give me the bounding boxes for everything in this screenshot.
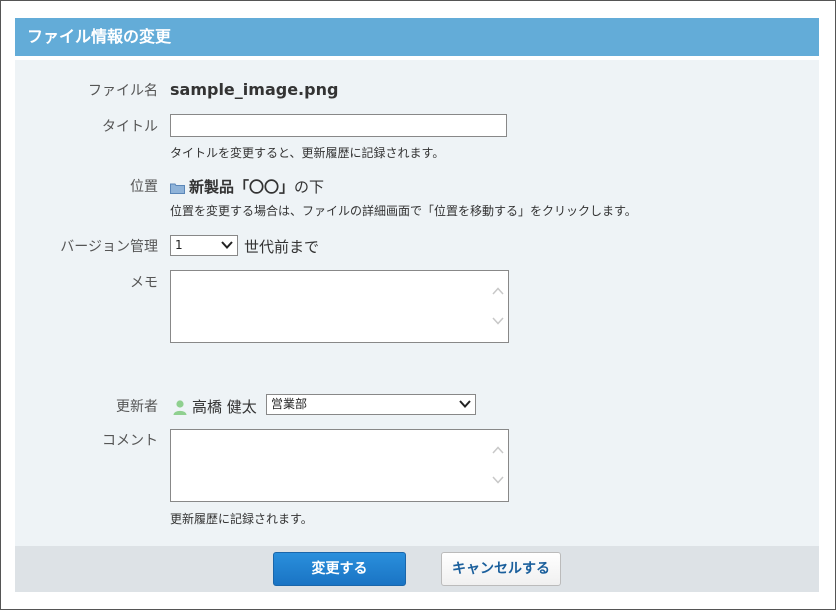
filename-label: ファイル名 (88, 83, 158, 99)
location-path: 新製品「〇〇」 の下 (170, 176, 324, 197)
chevron-down-icon (459, 400, 471, 408)
version-value: 1 (175, 238, 183, 252)
memo-label: メモ (130, 275, 158, 291)
title-input[interactable] (170, 114, 507, 137)
location-suffix: の下 (294, 178, 325, 196)
filename-value: sample_image.png (170, 80, 339, 99)
updater-label: 更新者 (116, 399, 158, 415)
version-label: バージョン管理 (60, 239, 158, 255)
version-suffix: 世代前まで (244, 238, 320, 256)
updater: 高橋 健太 (172, 396, 257, 417)
comment-label: コメント (102, 433, 158, 449)
department-select[interactable]: 営業部 (266, 394, 476, 415)
button-bar (15, 546, 819, 592)
scroll-up-icon[interactable] (492, 446, 504, 454)
location-label: 位置 (130, 179, 158, 195)
location-name: 新製品「〇〇」 (189, 178, 295, 196)
comment-note: 更新履歴に記録されます。 (170, 512, 313, 526)
department-value: 営業部 (271, 397, 308, 411)
title-note: タイトルを変更すると、更新履歴に記録されます。 (170, 146, 445, 160)
memo-textarea[interactable] (170, 270, 509, 343)
folder-icon (170, 183, 185, 194)
version-select[interactable]: 1 (170, 235, 238, 256)
user-icon (173, 399, 187, 415)
comment-textarea[interactable] (170, 429, 509, 502)
scroll-up-icon[interactable] (492, 287, 504, 295)
dialog-title: ファイル情報の変更 (15, 18, 819, 56)
submit-button[interactable]: 変更する (273, 552, 406, 586)
scroll-down-icon[interactable] (492, 317, 504, 325)
updater-name: 高橋 健太 (192, 398, 257, 416)
scroll-down-icon[interactable] (492, 476, 504, 484)
location-note: 位置を変更する場合は、ファイルの詳細画面で「位置を移動する」をクリックします。 (170, 204, 637, 218)
cancel-button[interactable]: キャンセルする (441, 552, 561, 586)
chevron-down-icon (221, 241, 233, 249)
title-label: タイトル (102, 119, 158, 135)
